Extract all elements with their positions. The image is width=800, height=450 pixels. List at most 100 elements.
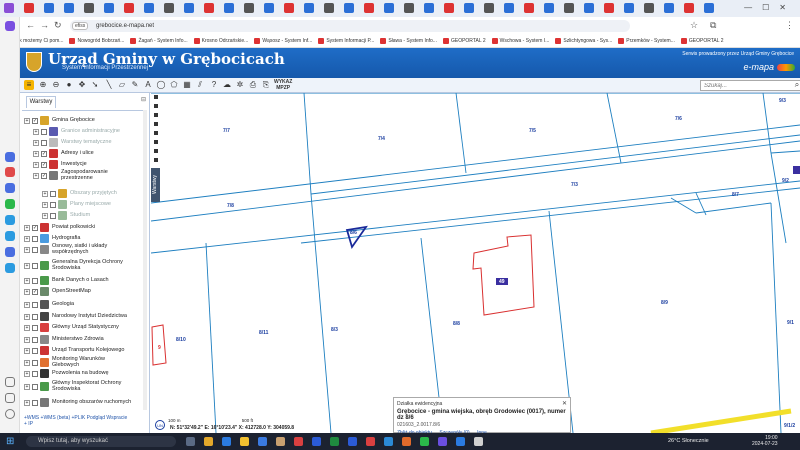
tab-favicon-icon[interactable] — [584, 3, 594, 13]
brand-name[interactable]: e-mapa — [743, 62, 774, 72]
history-icon[interactable] — [5, 377, 15, 387]
layer-item[interactable]: + Główny Inspektorat Ochrony Środowiska — [24, 380, 132, 392]
map-canvas[interactable]: 7/7 7/4 7/5 7/6 9/3 7/8 7/3 8/7 9/2 8/6 … — [151, 93, 800, 433]
expand-icon[interactable]: + — [24, 262, 30, 269]
layer-item[interactable]: + Urząd Transportu Kolejowego — [24, 345, 132, 356]
reload-icon[interactable]: ↻ — [54, 20, 62, 31]
parcel-label[interactable]: 9 — [158, 345, 161, 351]
zoom-step[interactable] — [154, 104, 158, 108]
tab-favicon-icon[interactable] — [344, 3, 354, 13]
tab-favicon-icon[interactable] — [144, 3, 154, 13]
parcel-label[interactable]: 9/3 — [779, 98, 786, 104]
settings-icon[interactable] — [5, 409, 15, 419]
layer-checkbox[interactable]: ✓ — [41, 172, 47, 179]
layer-item[interactable]: + Warstwy tematyczne — [33, 137, 112, 148]
tab-favicon-icon[interactable] — [444, 3, 454, 13]
layer-item[interactable]: + ✓ Zagospodarowanie przestrzenne — [33, 169, 141, 181]
tab-favicon-icon[interactable] — [44, 3, 54, 13]
layer-checkbox[interactable] — [32, 277, 38, 284]
layer-checkbox[interactable]: ✓ — [32, 117, 38, 124]
expand-icon[interactable]: + — [24, 277, 30, 284]
layers-scrollbar[interactable] — [143, 110, 147, 410]
pan-icon[interactable]: ✥ — [77, 80, 87, 90]
measure-line-icon[interactable]: ╲ — [104, 80, 114, 90]
layer-item[interactable]: + Pozwolenia na budowę — [24, 368, 109, 379]
app-icon[interactable] — [204, 437, 213, 446]
side-app-icon[interactable] — [5, 247, 15, 257]
tab-favicon-icon[interactable] — [684, 3, 694, 13]
layers-tab[interactable]: Warstwy — [26, 96, 56, 108]
zoom-slider[interactable] — [154, 95, 158, 165]
share-icon[interactable]: ⎘ — [261, 80, 271, 90]
app-icon[interactable] — [294, 437, 303, 446]
layer-item[interactable]: + Granice administracyjne — [33, 126, 120, 137]
tab-favicon-icon[interactable] — [244, 3, 254, 13]
layer-item[interactable]: + Monitoring Warunków Glebowych — [24, 356, 132, 368]
zoom-out-icon[interactable]: ⊖ — [51, 80, 61, 90]
zoom-step[interactable] — [154, 131, 158, 135]
expand-icon[interactable]: + — [24, 383, 30, 390]
layers-ip-link[interactable]: + IP — [24, 421, 127, 427]
tab-favicon-icon[interactable] — [664, 3, 674, 13]
parcel-label[interactable]: 8/3 — [331, 327, 338, 333]
tab-favicon-icon[interactable] — [324, 3, 334, 13]
layer-checkbox[interactable] — [41, 128, 47, 135]
parcel-label[interactable]: 9/2 — [782, 178, 789, 184]
tab-favicon-icon[interactable] — [164, 3, 174, 13]
side-app-icon[interactable] — [5, 167, 15, 177]
system-clock[interactable]: 19:00 2024-07-23 — [752, 435, 778, 447]
bookmark-item[interactable]: Sława - System Info... — [380, 35, 437, 47]
back-icon[interactable]: ← — [26, 20, 35, 30]
layer-checkbox[interactable]: ✓ — [41, 161, 47, 168]
side-app-icon[interactable] — [5, 152, 15, 162]
app-icon[interactable] — [474, 437, 483, 446]
zoom-step[interactable] — [154, 95, 158, 99]
parcel-label[interactable]: 49 — [499, 279, 505, 285]
layer-item[interactable]: + Monitoring obszarów ruchomych — [24, 397, 132, 408]
tab-favicon-icon[interactable] — [504, 3, 514, 13]
layer-checkbox[interactable] — [32, 370, 38, 377]
tab-favicon-icon[interactable] — [604, 3, 614, 13]
tab-favicon-icon[interactable] — [644, 3, 654, 13]
app-icon[interactable] — [312, 437, 321, 446]
tab-favicon-icon[interactable] — [104, 3, 114, 13]
expand-icon[interactable]: + — [24, 288, 30, 295]
side-app-icon[interactable] — [5, 21, 15, 31]
zoom-step[interactable] — [154, 149, 158, 153]
settings-icon[interactable]: ✲ — [235, 80, 245, 90]
bookmark-item[interactable]: System Informacji P... — [318, 35, 374, 47]
layer-item[interactable]: + Osnowy, siatki i układy współrzędnych — [24, 243, 132, 255]
zoom-step[interactable] — [154, 140, 158, 144]
expand-icon[interactable]: + — [33, 172, 39, 179]
parcel-label[interactable]: 7/8 — [227, 203, 234, 209]
app-icon[interactable] — [240, 437, 249, 446]
app-icon[interactable] — [456, 437, 465, 446]
layers-add-links[interactable]: +WMS +WMS (beta) +PLIK Podgląd Wspracie — [24, 415, 127, 421]
window-controls[interactable]: —☐✕ — [744, 3, 796, 12]
layer-checkbox[interactable] — [32, 359, 38, 366]
tab-favicon-icon[interactable] — [704, 3, 714, 13]
layer-item[interactable]: + ✓ Powiat polkowicki — [24, 222, 95, 233]
help-icon[interactable]: ? — [209, 80, 219, 90]
side-app-icon[interactable] — [5, 263, 15, 273]
print-icon[interactable]: ⎙ — [248, 80, 258, 90]
layer-checkbox[interactable]: ✓ — [32, 288, 38, 295]
bookmark-item[interactable]: Nowogród Bobrzań... — [69, 35, 124, 47]
tab-favicon-icon[interactable] — [564, 3, 574, 13]
layer-checkbox[interactable] — [50, 190, 56, 197]
search-input[interactable] — [700, 80, 800, 91]
pencil-icon[interactable]: ✎ — [130, 80, 140, 90]
app-icon[interactable] — [258, 437, 267, 446]
site-info-badge[interactable]: efiss — [72, 22, 89, 30]
start-icon[interactable]: ⊞ — [6, 436, 14, 447]
layer-item[interactable]: + Plany miejscowe — [42, 199, 111, 210]
parcel-label[interactable]: 8/7 — [732, 192, 739, 198]
expand-icon[interactable]: + — [33, 161, 39, 168]
expand-icon[interactable]: + — [24, 224, 30, 231]
bookmark-item[interactable]: Żagań - System Info... — [130, 35, 188, 47]
bookmark-item[interactable]: Wschowa - System I... — [491, 35, 549, 47]
tab-favicon-icon[interactable] — [184, 3, 194, 13]
weather-widget[interactable]: 26°C Słonecznie — [668, 438, 709, 444]
parcel-label[interactable]: 8/8 — [453, 321, 460, 327]
layer-item[interactable]: + ✓ Gmina Grębocice — [24, 115, 95, 126]
